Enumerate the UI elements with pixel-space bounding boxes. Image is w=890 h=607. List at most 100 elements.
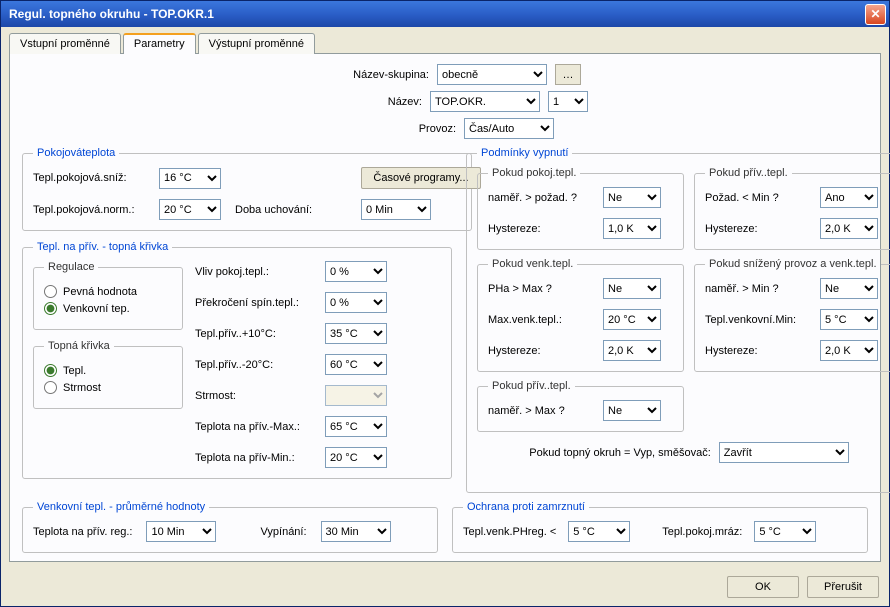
label-flow-minus20: Tepl.přív..-20°C: [195,359,325,371]
group-frost: Ochrana proti zamrznutí Tepl.venk.PHreg.… [452,501,868,553]
legend-if-reduced: Pokud snížený provoz a venk.tepl. [705,258,881,270]
legend-if-room-temp: Pokud pokoj.tepl. [488,167,580,179]
group-room-temp: Pokojováteplota Tepl.pokojová.sníž: 16 °… [22,147,472,231]
titlebar: Regul. topného okruhu - TOP.OKR.1 ✕ [1,1,889,27]
group-if-flow-temp-1: Pokud přív..tepl. Požad. < Min ? Ano Hys… [694,167,890,250]
select-frost-outdoor[interactable]: 5 °C [568,521,630,542]
select-room-hysteresis[interactable]: 1,0 K [603,218,661,239]
label-max-outdoor: Max.venk.tepl.: [488,314,603,326]
select-flow-plus10[interactable]: 35 °C [325,323,387,344]
group-regulation: Regulace Pevná hodnota Venkovní tep. [33,261,183,330]
ok-button[interactable]: OK [727,576,799,598]
dialog-footer: OK Přerušit [1,570,889,606]
select-reduced-meas-gt-min[interactable]: Ne [820,278,878,299]
label-flow-req-lt-min: Požad. < Min ? [705,192,820,204]
select-outdoor-hysteresis[interactable]: 2,0 K [603,340,661,361]
select-retention[interactable]: 0 Min [361,199,431,220]
tab-outputs[interactable]: Výstupní proměnné [198,33,315,54]
select-group[interactable]: obecně [437,64,547,85]
select-mixer[interactable]: Zavřít [719,442,849,463]
label-room-influence: Vliv pokoj.tepl.: [195,266,325,278]
label-frost-outdoor: Tepl.venk.PHreg. < [463,526,556,538]
legend-regulation: Regulace [44,261,98,273]
label-frost-room: Tepl.pokoj.mráz: [662,526,742,538]
select-reduced-hysteresis[interactable]: 2,0 K [820,340,878,361]
select-switch-exceed[interactable]: 0 % [325,292,387,313]
group-if-flow-temp-2: Pokud přív..tepl. naměř. > Max ? Ne [477,380,684,432]
label-switch-exceed: Překročení spín.tepl.: [195,297,325,309]
dialog-window: Regul. topného okruhu - TOP.OKR.1 ✕ Vstu… [0,0,890,607]
label-reduced-min: Tepl.venkovní.Min: [705,314,820,326]
select-slope [325,385,387,406]
select-flow-minus20[interactable]: 60 °C [325,354,387,375]
select-pha-gt-max[interactable]: Ne [603,278,661,299]
select-flow-reg-time[interactable]: 10 Min [146,521,216,542]
label-retention: Doba uchování: [235,204,355,216]
label-reduced-meas-gt-min: naměř. > Min ? [705,283,820,295]
label-flow-reg-time: Teplota na přív. reg.: [33,526,132,538]
label-mode: Provoz: [336,123,456,135]
group-if-reduced: Pokud snížený provoz a venk.tepl. naměř.… [694,258,890,372]
tab-page-parameters: Název-skupina: obecně … Název: TOP.OKR. … [9,53,881,562]
label-name: Název: [302,96,422,108]
select-flow-max[interactable]: 65 °C [325,416,387,437]
label-flow-plus10: Tepl.přív..+10°C: [195,328,325,340]
select-frost-room[interactable]: 5 °C [754,521,816,542]
select-room-norm[interactable]: 20 °C [159,199,221,220]
select-flow-req-lt-min[interactable]: Ano [820,187,878,208]
label-flow-hysteresis-1: Hystereze: [705,223,820,235]
label-group: Název-skupina: [309,69,429,81]
select-flow-hysteresis-1[interactable]: 2,0 K [820,218,878,239]
label-pha-gt-max: PHa > Max ? [488,283,603,295]
legend-heating-curve: Tepl. na přív. - topná křivka [33,241,172,253]
select-mode[interactable]: Čas/Auto [464,118,554,139]
select-flow-meas-gt-max[interactable]: Ne [603,400,661,421]
label-room-meas-gt-req: naměř. > požad. ? [488,192,603,204]
label-flow-max: Teplota na přív.-Max.: [195,421,325,433]
legend-room-temp: Pokojováteplota [33,147,119,159]
label-room-norm: Tepl.pokojová.norm.: [33,204,153,216]
group-shutdown: Podmínky vypnutí Pokud pokoj.tepl. naměř… [466,147,890,493]
radio-outdoor-temp[interactable]: Venkovní tep. [44,302,172,315]
legend-shutdown: Podmínky vypnutí [477,147,572,159]
group-heating-curve: Tepl. na přív. - topná křivka Regulace P… [22,241,452,479]
tab-inputs[interactable]: Vstupní proměnné [9,33,121,54]
legend-if-flow-temp-2: Pokud přív..tepl. [488,380,575,392]
label-room-hysteresis: Hystereze: [488,223,603,235]
select-room-low[interactable]: 16 °C [159,168,221,189]
close-icon[interactable]: ✕ [865,4,886,25]
group-if-room-temp: Pokud pokoj.tepl. naměř. > požad. ? Ne H… [477,167,684,250]
cancel-button[interactable]: Přerušit [807,576,879,598]
select-off-time[interactable]: 30 Min [321,521,391,542]
select-name-index[interactable]: 1 [548,91,588,112]
radio-curve-slope[interactable]: Strmost [44,381,172,394]
group-curve-kind: Topná křivka Tepl. Strmost [33,340,183,409]
label-off-time: Vypínání: [260,526,306,538]
select-max-outdoor[interactable]: 20 °C [603,309,661,330]
radio-curve-temp[interactable]: Tepl. [44,364,172,377]
window-title: Regul. topného okruhu - TOP.OKR.1 [9,7,865,21]
label-room-low: Tepl.pokojová.sníž: [33,172,153,184]
select-reduced-min[interactable]: 5 °C [820,309,878,330]
header-form: Název-skupina: obecně … Název: TOP.OKR. … [22,64,868,139]
label-slope: Strmost: [195,390,325,402]
legend-curve-kind: Topná křivka [44,340,114,352]
select-name[interactable]: TOP.OKR. [430,91,540,112]
ellipsis-button[interactable]: … [555,64,581,85]
tab-parameters[interactable]: Parametry [123,33,196,54]
label-reduced-hysteresis: Hystereze: [705,345,820,357]
radio-fixed-value[interactable]: Pevná hodnota [44,285,172,298]
select-room-meas-gt-req[interactable]: Ne [603,187,661,208]
legend-frost: Ochrana proti zamrznutí [463,501,589,513]
select-flow-min[interactable]: 20 °C [325,447,387,468]
label-mixer: Pokud topný okruh = Vyp, směšovač: [529,447,711,459]
legend-outdoor-avg: Venkovní tepl. - průměrné hodnoty [33,501,209,513]
select-room-influence[interactable]: 0 % [325,261,387,282]
label-flow-meas-gt-max: naměř. > Max ? [488,405,603,417]
button-time-programs[interactable]: Časové programy... [361,167,481,189]
label-flow-min: Teplota na přív-Min.: [195,452,325,464]
group-if-outdoor-temp: Pokud venk.tepl. PHa > Max ? Ne Max.venk… [477,258,684,372]
label-outdoor-hysteresis: Hystereze: [488,345,603,357]
legend-if-flow-temp-1: Pokud přív..tepl. [705,167,792,179]
legend-if-outdoor-temp: Pokud venk.tepl. [488,258,577,270]
